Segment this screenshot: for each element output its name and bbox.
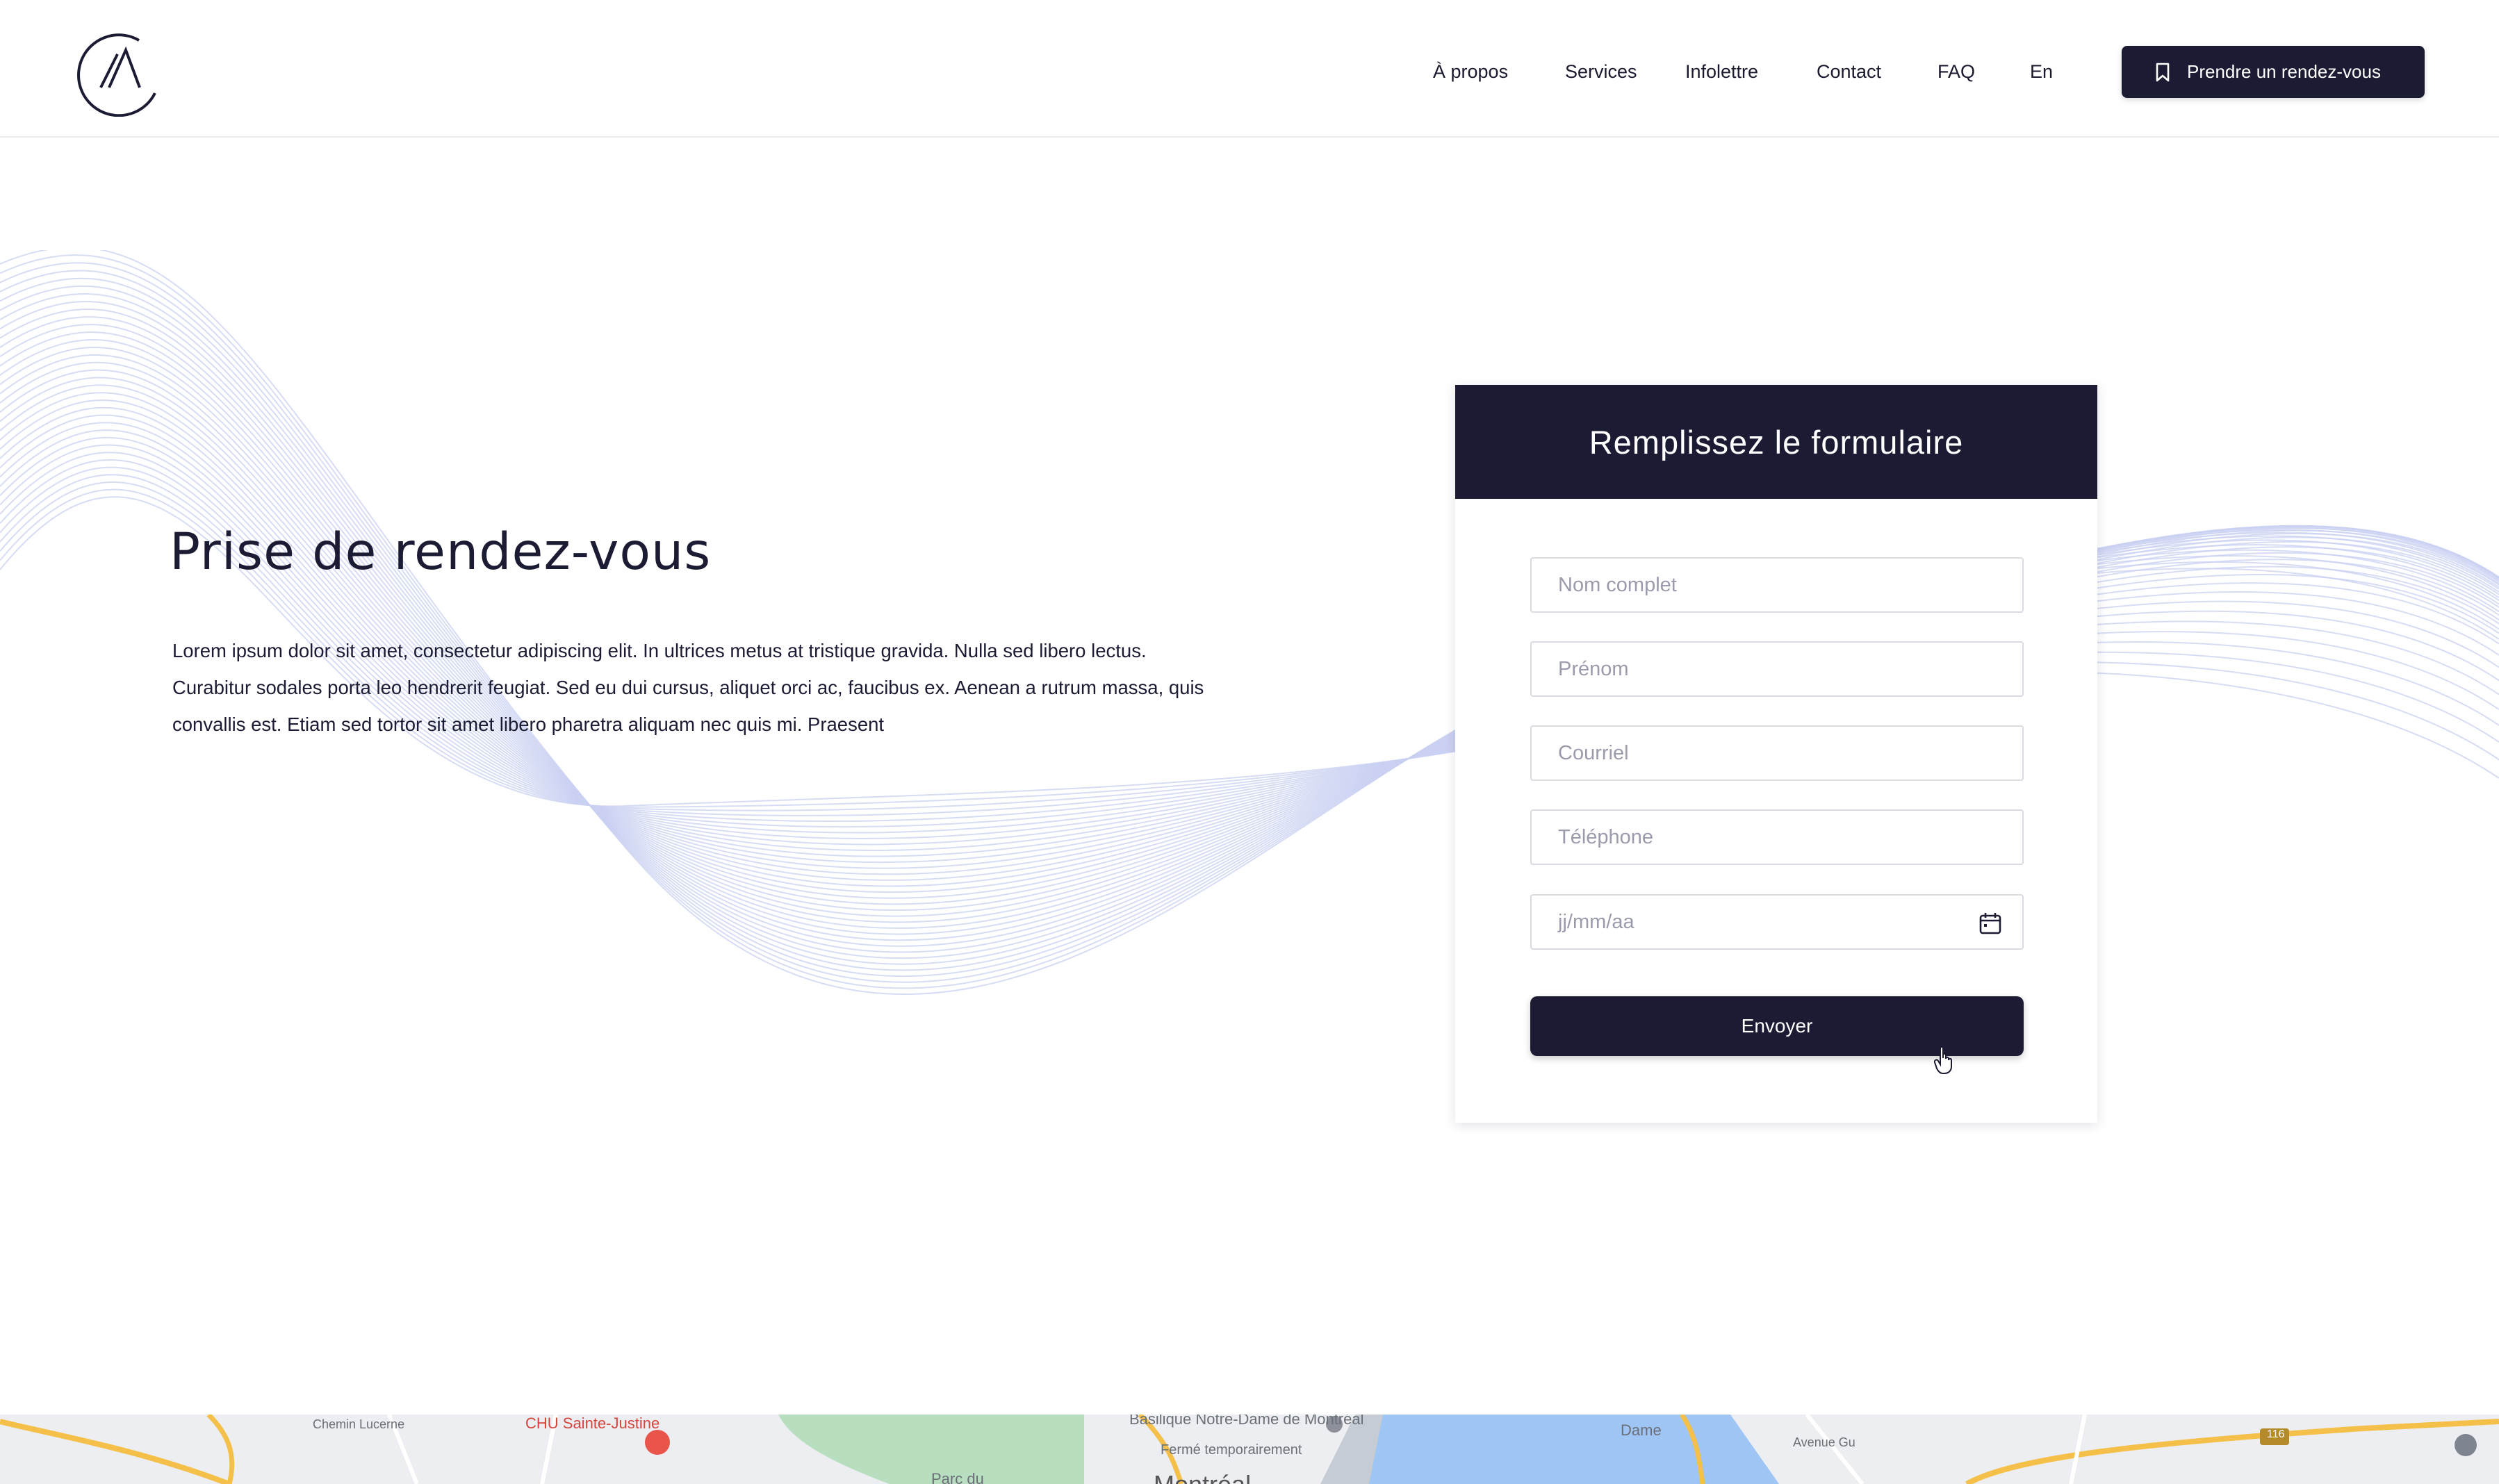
nav-services[interactable]: Services <box>1565 61 1637 83</box>
map-label-basilica: Basilique Notre-Dame de Montréal <box>1129 1415 1364 1428</box>
intro-paragraph: Lorem ipsum dolor sit amet, consectetur … <box>172 640 1204 735</box>
date-field[interactable]: jj/mm/aa <box>1530 894 2024 950</box>
map-label-avenue: Avenue Gu <box>1793 1435 1855 1449</box>
submit-label: Envoyer <box>1741 1015 1813 1037</box>
first-name-field[interactable] <box>1530 641 2024 697</box>
map-label-dame: Dame <box>1621 1421 1662 1439</box>
site-header: À propos Services Infolettre Contact FAQ… <box>0 0 2499 138</box>
book-appointment-button[interactable]: Prendre un rendez-vous <box>2122 46 2425 98</box>
email-field[interactable] <box>1530 725 2024 781</box>
location-map[interactable]: CHU Sainte-Justine Chemin Lucerne Basili… <box>0 1415 2499 1484</box>
form-header: Remplissez le formulaire <box>1455 385 2097 499</box>
nav-faq[interactable]: FAQ <box>1937 61 1975 83</box>
calendar-icon[interactable] <box>1978 911 2003 936</box>
wave-line <box>0 277 2499 971</box>
bookmark-icon <box>2156 63 2170 81</box>
date-placeholder: jj/mm/aa <box>1558 910 1634 933</box>
book-appointment-label: Prendre un rendez-vous <box>2187 61 2381 82</box>
map-label-park: Parc du <box>931 1470 984 1484</box>
page-title: Prise de rendez-vous <box>170 522 712 582</box>
nav-newsletter[interactable]: Infolettre <box>1685 61 1758 83</box>
map-label-street: Chemin Lucerne <box>313 1417 405 1431</box>
map-label-hospital: CHU Sainte-Justine <box>525 1415 660 1432</box>
full-name-field[interactable] <box>1530 557 2024 613</box>
map-label-closed: Fermé temporairement <box>1161 1442 1302 1458</box>
appointment-form-card: Remplissez le formulaire jj/mm/aa Envoye… <box>1455 385 2097 1123</box>
nav-language-toggle[interactable]: En <box>2030 61 2053 83</box>
phone-field[interactable] <box>1530 809 2024 865</box>
wave-line <box>0 339 2499 923</box>
map-label-city: Montréal <box>1154 1470 1251 1484</box>
map-route-shield: 116 <box>2267 1428 2285 1440</box>
nav-about[interactable]: À propos <box>1433 61 1508 83</box>
logo-icon[interactable] <box>73 29 163 117</box>
hand-cursor-icon <box>1934 1046 1952 1074</box>
wave-line <box>0 286 2499 965</box>
nav-contact[interactable]: Contact <box>1817 61 1881 83</box>
form-title: Remplissez le formulaire <box>1589 423 1964 461</box>
